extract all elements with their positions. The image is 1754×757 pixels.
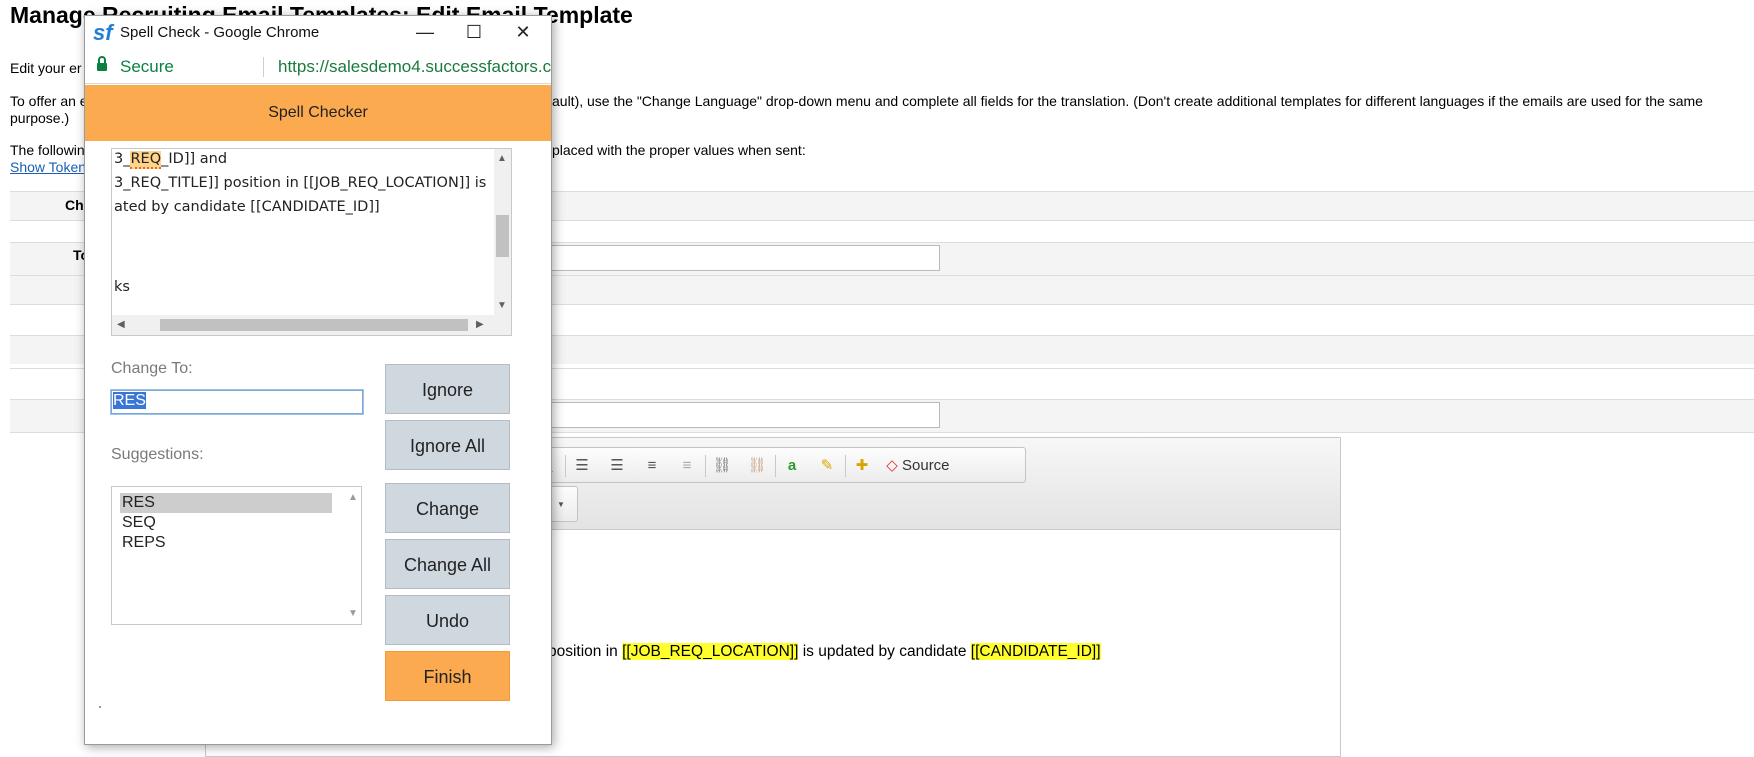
toolbar-separator <box>705 455 706 477</box>
ignore-all-button[interactable]: Ignore All <box>385 420 510 470</box>
bulleted-list-icon[interactable]: ☰ <box>607 456 627 476</box>
status-dot <box>99 706 101 708</box>
vertical-scrollbar[interactable]: ▲ ▼ <box>494 149 511 317</box>
address-separator <box>263 57 264 77</box>
body-text-prefix: position in <box>548 643 623 660</box>
lock-icon <box>97 56 107 73</box>
numbered-list-icon[interactable]: ☰ <box>572 456 592 476</box>
suggestion-item[interactable]: RES <box>120 493 332 513</box>
scroll-up-arrow-icon[interactable]: ▲ <box>497 154 507 164</box>
body-text-middle: is updated by candidate <box>798 643 971 660</box>
change-to-label: Change To: <box>111 360 193 377</box>
text-field[interactable] <box>548 402 940 428</box>
translation-text-line2: purpose.) <box>10 110 70 126</box>
suggestion-item[interactable]: REPS <box>120 533 332 553</box>
ignore-button[interactable]: Ignore <box>385 364 510 414</box>
source-icon[interactable]: ◇ <box>882 456 902 476</box>
change-button[interactable]: Change <box>385 483 510 533</box>
suggestions-scrollbar[interactable]: ▲ ▼ <box>344 487 361 624</box>
show-tokens-link[interactable]: Show Token <box>10 159 86 176</box>
source-button[interactable]: Source <box>902 457 950 474</box>
indent-icon[interactable]: ≡ <box>642 456 662 476</box>
change-all-button[interactable]: Change All <box>385 539 510 589</box>
suggestions-list[interactable]: RES SEQ REPS ▲ ▼ <box>111 486 362 625</box>
translation-text-right: ault), use the "Change Language" drop-do… <box>552 93 1703 109</box>
insert-token-icon[interactable]: ✚ <box>852 456 872 476</box>
text-line: ks <box>114 279 130 295</box>
horizontal-scroll-thumb[interactable] <box>160 319 468 331</box>
change-to-value: RES <box>113 392 146 409</box>
scroll-left-arrow-icon[interactable]: ◀ <box>117 320 125 330</box>
outdent-icon[interactable]: ≡ <box>677 456 697 476</box>
text-preview-pane[interactable]: 3_REQ_ID]] and 3_REQ_TITLE]] position in… <box>111 148 512 336</box>
toolbar-separator <box>565 455 566 477</box>
spell-check-window: sf Spell Check - Google Chrome — ☐ ✕ Sec… <box>84 15 552 745</box>
chevron-down-icon[interactable]: ▼ <box>551 495 571 515</box>
scroll-down-arrow-icon[interactable]: ▼ <box>497 301 507 311</box>
row-label: Ch <box>65 197 84 213</box>
intro-text: Edit your er <box>10 60 82 76</box>
window-title: Spell Check - Google Chrome <box>120 24 320 41</box>
url-text[interactable]: https://salesdemo4.successfactors.com/ui… <box>278 57 551 77</box>
scroll-right-arrow-icon[interactable]: ▶ <box>476 320 484 330</box>
unlink-icon[interactable]: ⛓ <box>747 456 767 476</box>
text-line: ated by candidate [[CANDIDATE_ID]] <box>114 199 380 215</box>
toolbar-separator <box>845 455 846 477</box>
spellcheck-icon[interactable]: a <box>782 456 802 476</box>
maximize-button[interactable]: ☐ <box>454 18 494 46</box>
close-button[interactable]: ✕ <box>503 18 543 46</box>
text-line: 3_REQ_TITLE]] position in [[JOB_REQ_LOCA… <box>114 175 487 191</box>
translation-text-left: To offer an e <box>10 93 88 109</box>
token-location: [[JOB_REQ_LOCATION]] <box>622 643 799 660</box>
format-painter-icon[interactable]: ✎ <box>817 456 837 476</box>
finish-button[interactable]: Finish <box>385 651 510 701</box>
text-line: 3_REQ_ID]] and <box>114 151 228 169</box>
toolbar-separator <box>775 455 776 477</box>
undo-button[interactable]: Undo <box>385 595 510 645</box>
address-bar: Secure https://salesdemo4.successfactors… <box>85 48 551 84</box>
window-titlebar: sf Spell Check - Google Chrome — ☐ ✕ <box>85 16 551 48</box>
spell-checker-header: Spell Checker <box>85 85 551 141</box>
minimize-button[interactable]: — <box>405 18 445 46</box>
suggestions-label: Suggestions: <box>111 446 204 463</box>
token-candidate: [[CANDIDATE_ID]] <box>970 643 1101 660</box>
suggestion-item[interactable]: SEQ <box>120 513 332 533</box>
horizontal-scrollbar[interactable]: ◀ ▶ <box>112 315 511 335</box>
link-icon[interactable]: ⛓ <box>712 456 732 476</box>
email-body-line: position in [[JOB_REQ_LOCATION]] is upda… <box>548 643 1101 661</box>
scroll-up-arrow-icon[interactable]: ▲ <box>348 493 358 503</box>
scroll-down-arrow-icon[interactable]: ▼ <box>348 609 358 619</box>
vertical-scroll-thumb[interactable] <box>496 215 509 257</box>
subject-field[interactable] <box>548 245 940 271</box>
toolbar-group-format: I U ☰ ☰ ≡ ≡ ⛓ ⛓ a ✎ ✚ ◇ Source <box>506 447 1026 483</box>
tokens-text-left: The followin <box>10 142 85 158</box>
tokens-text-right: placed with the proper values when sent: <box>552 142 806 158</box>
secure-label: Secure <box>120 57 174 76</box>
change-to-input[interactable]: RES <box>111 390 363 414</box>
misspelled-word: REQ <box>130 151 162 169</box>
app-logo: sf <box>93 20 113 45</box>
